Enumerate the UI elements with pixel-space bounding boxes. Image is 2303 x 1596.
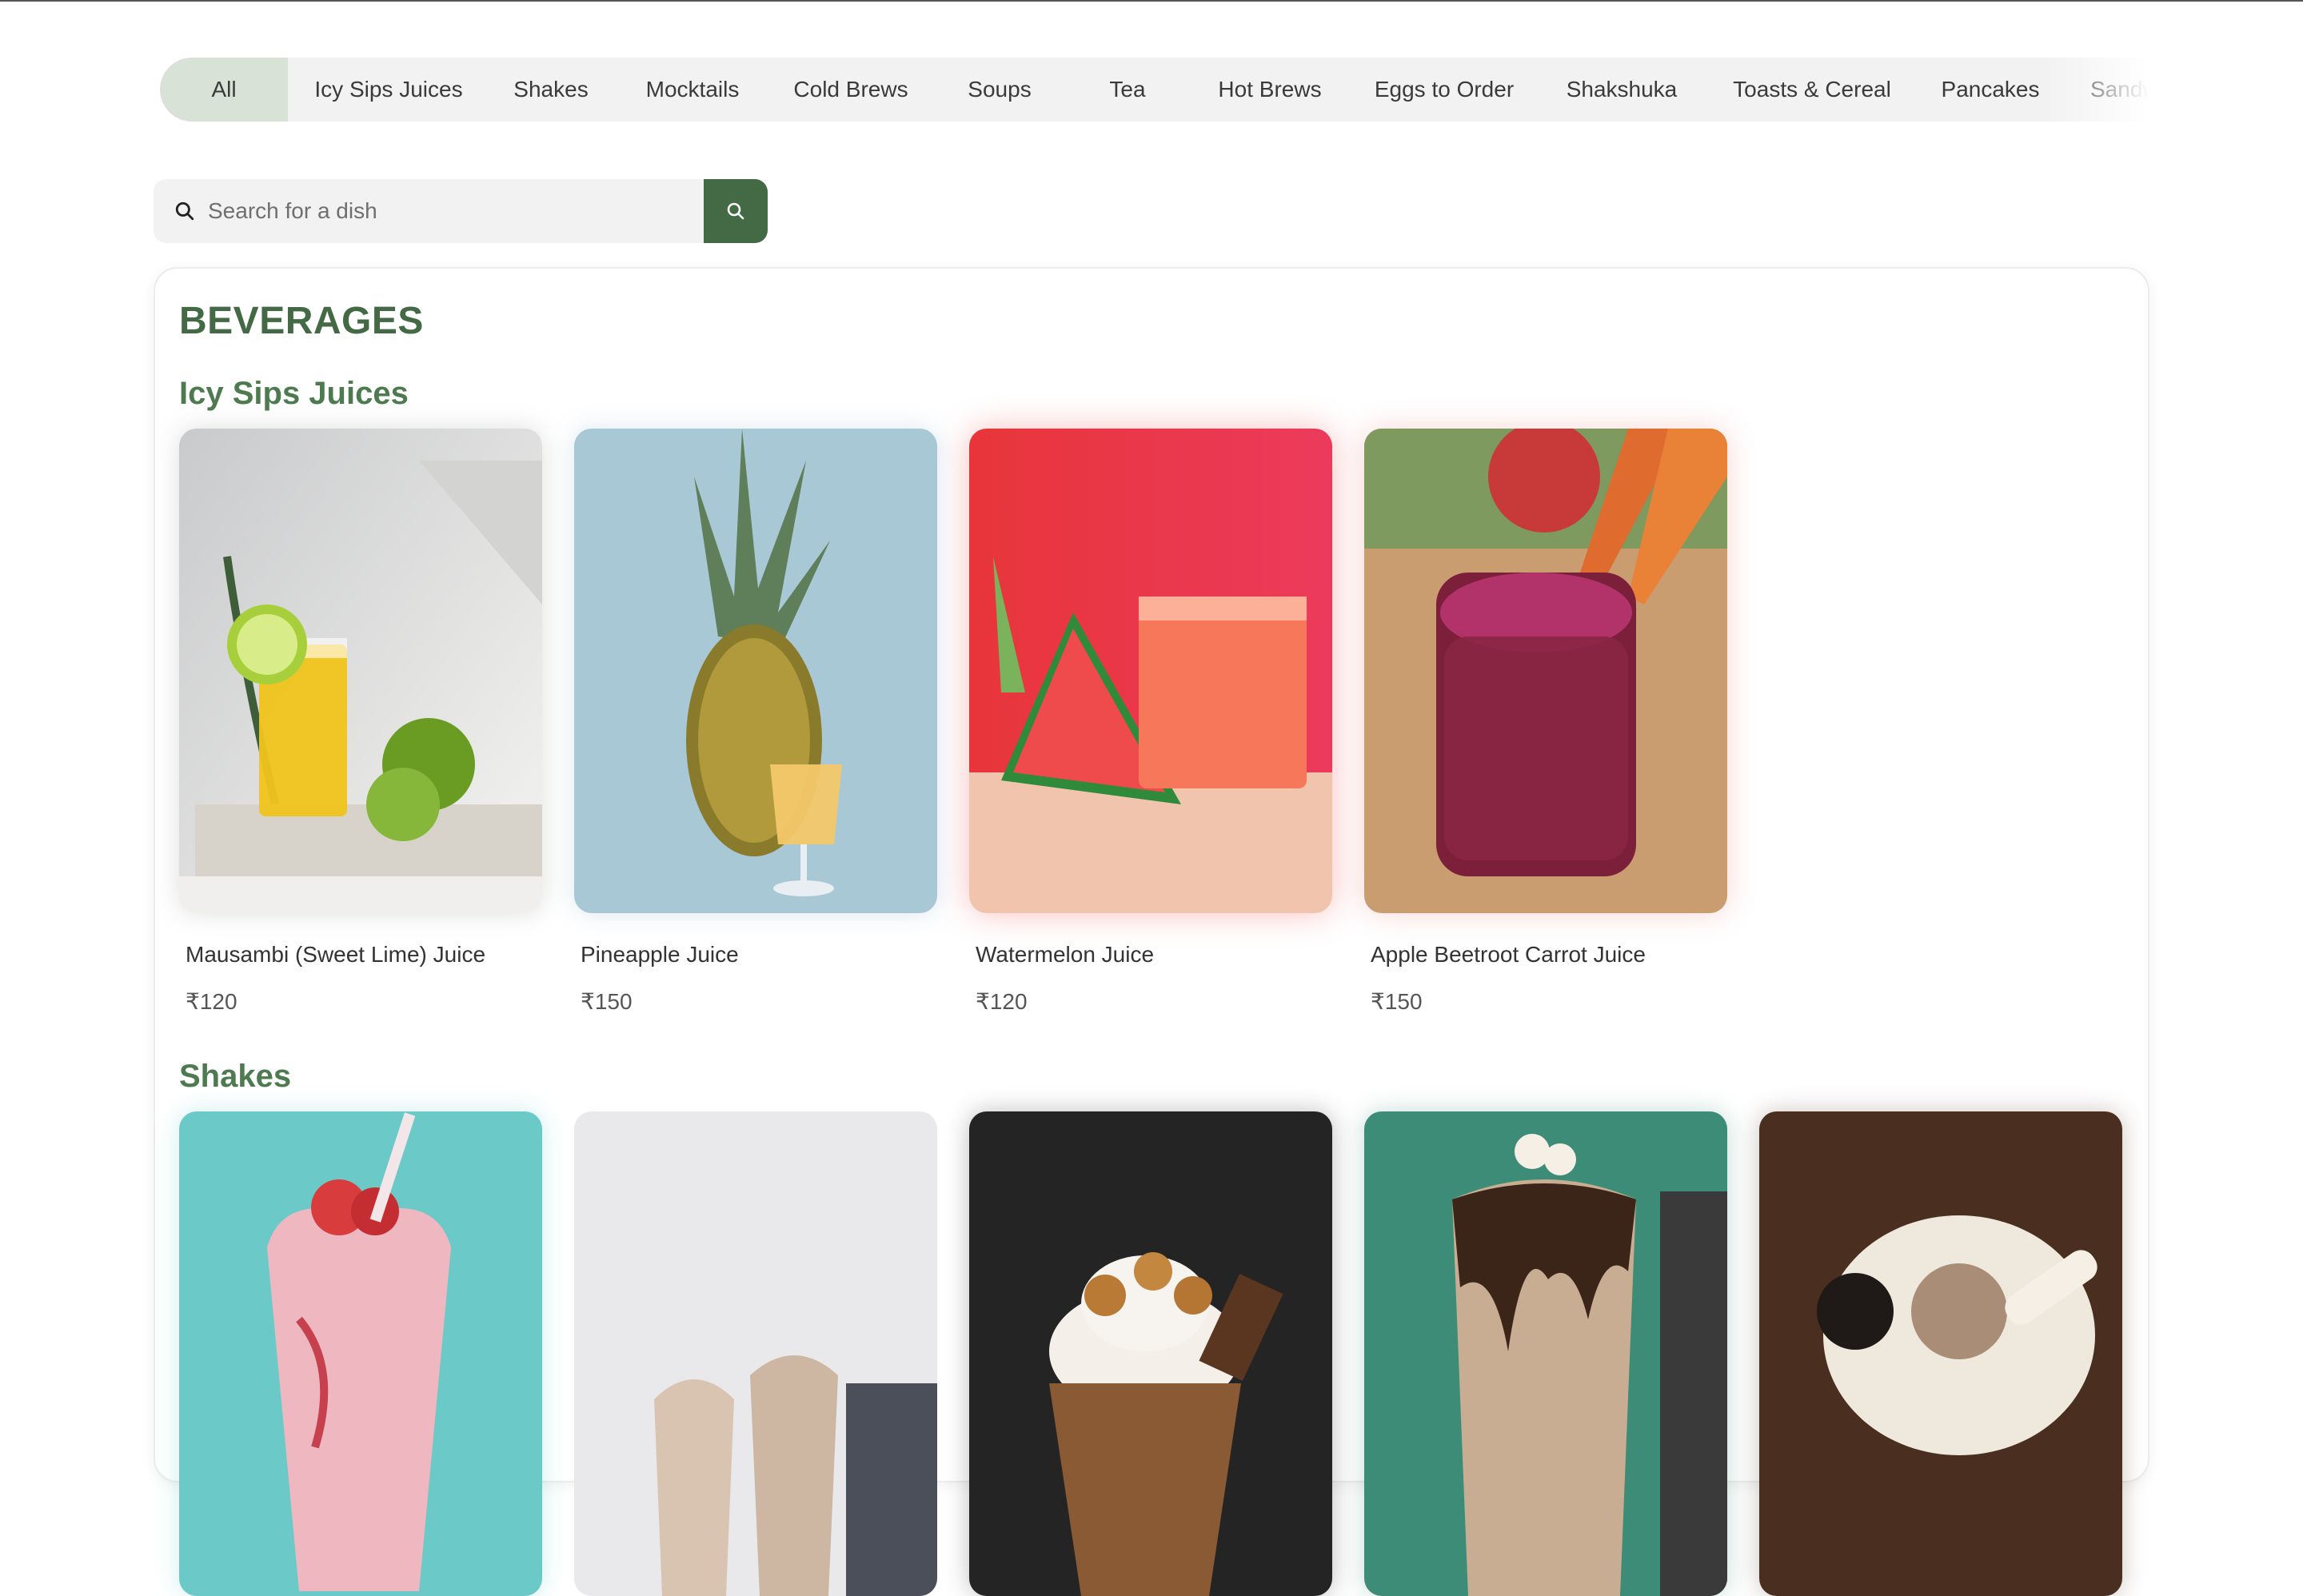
- menu-item-card[interactable]: [574, 1111, 937, 1596]
- search-icon: [727, 202, 744, 220]
- section-title: BEVERAGES: [179, 300, 424, 342]
- tab-sandwiches[interactable]: Sandwiches: [2066, 58, 2149, 122]
- menu-card: BEVERAGES Icy Sips Juices Mausambi (Swee…: [154, 267, 2149, 1596]
- item-name: Watermelon Juice: [976, 942, 1155, 967]
- category-tab-bar: All Icy Sips Juices Shakes Mocktails Col…: [160, 58, 2149, 122]
- chocolate-shake-photo: [1364, 1111, 1727, 1596]
- search-icon: [175, 201, 194, 221]
- item-price: ₹120: [186, 989, 237, 1014]
- item-price: ₹150: [581, 989, 633, 1014]
- menu-item-card[interactable]: [969, 1111, 1332, 1596]
- tab-tea[interactable]: Tea: [1070, 58, 1185, 122]
- vanilla-shake-photo: [574, 1111, 937, 1596]
- menu-item-card[interactable]: [179, 1111, 542, 1596]
- search-field-wrapper: [154, 179, 704, 243]
- category-heading-juices: Icy Sips Juices: [179, 376, 409, 411]
- search-bar: [154, 179, 768, 243]
- search-input[interactable]: [208, 198, 656, 224]
- item-name: Apple Beetroot Carrot Juice: [1371, 942, 1646, 967]
- abc-juice-photo: [1364, 429, 1727, 913]
- tab-soups[interactable]: Soups: [929, 58, 1070, 122]
- menu-item-card[interactable]: Pineapple Juice ₹150: [574, 429, 937, 1015]
- tab-mocktails[interactable]: Mocktails: [613, 58, 772, 122]
- item-price: ₹150: [1371, 989, 1423, 1014]
- tab-icy-sips-juices[interactable]: Icy Sips Juices: [288, 58, 489, 122]
- menu-item-card[interactable]: Apple Beetroot Carrot Juice ₹150: [1364, 429, 1727, 1015]
- tab-hot-brews[interactable]: Hot Brews: [1185, 58, 1355, 122]
- tab-shakshuka[interactable]: Shakshuka: [1534, 58, 1710, 122]
- menu-item-card[interactable]: Watermelon Juice ₹120: [969, 429, 1332, 1015]
- tab-eggs-to-order[interactable]: Eggs to Order: [1355, 58, 1534, 122]
- pineapple-juice-photo: [574, 429, 937, 913]
- item-name: Pineapple Juice: [581, 942, 739, 967]
- tab-toasts-cereal[interactable]: Toasts & Cereal: [1710, 58, 1914, 122]
- menu-item-card[interactable]: [1759, 1111, 2122, 1596]
- tab-shakes[interactable]: Shakes: [489, 58, 613, 122]
- search-button[interactable]: [704, 179, 768, 243]
- tab-all[interactable]: All: [160, 58, 288, 122]
- window-top-border: [0, 0, 2303, 2]
- category-heading-shakes: Shakes: [179, 1059, 292, 1094]
- sweet-lime-juice-photo: [179, 429, 542, 913]
- tab-pancakes[interactable]: Pancakes: [1914, 58, 2066, 122]
- pretzel-shake-photo: [969, 1111, 1332, 1596]
- menu-item-card[interactable]: Mausambi (Sweet Lime) Juice ₹120: [179, 429, 542, 1015]
- menu-item-card[interactable]: [1364, 1111, 1727, 1596]
- strawberry-shake-photo: [179, 1111, 542, 1596]
- watermelon-juice-photo: [969, 429, 1332, 913]
- oreo-shake-photo: [1759, 1111, 2122, 1596]
- item-name: Mausambi (Sweet Lime) Juice: [186, 942, 486, 967]
- juices-row: Mausambi (Sweet Lime) Juice ₹120 Pineapp…: [179, 429, 1727, 1015]
- shakes-row: [179, 1111, 2122, 1596]
- item-price: ₹120: [976, 989, 1028, 1014]
- tab-cold-brews[interactable]: Cold Brews: [772, 58, 929, 122]
